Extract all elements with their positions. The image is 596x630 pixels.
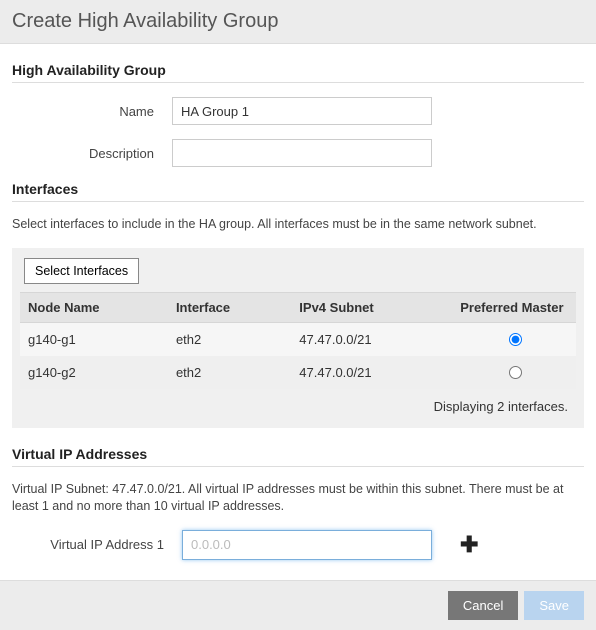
save-button[interactable]: Save: [524, 591, 584, 620]
description-label: Description: [12, 146, 172, 161]
dialog-title: Create High Availability Group: [12, 10, 278, 32]
vip-hint: Virtual IP Subnet: 47.47.0.0/21. All vir…: [12, 481, 584, 516]
interfaces-footer: Displaying 2 interfaces.: [20, 389, 576, 420]
col-header-interface: Interface: [168, 292, 291, 322]
cell-master: [452, 322, 576, 356]
cell-subnet: 47.47.0.0/21: [291, 356, 452, 389]
interfaces-hint: Select interfaces to include in the HA g…: [12, 216, 584, 234]
dialog-header: Create High Availability Group: [0, 0, 596, 44]
cell-master: [452, 356, 576, 389]
cell-interface: eth2: [168, 322, 291, 356]
section-title-ha: High Availability Group: [12, 62, 584, 83]
interfaces-table: Node Name Interface IPv4 Subnet Preferre…: [20, 292, 576, 389]
vip-address-input[interactable]: [182, 530, 432, 560]
cancel-button[interactable]: Cancel: [448, 591, 518, 620]
table-row: g140-g1 eth2 47.47.0.0/21: [20, 322, 576, 356]
add-vip-icon[interactable]: ✚: [460, 532, 478, 558]
select-interfaces-button[interactable]: Select Interfaces: [24, 258, 139, 284]
interfaces-table-wrap: Select Interfaces Node Name Interface IP…: [12, 248, 584, 428]
section-title-vip: Virtual IP Addresses: [12, 446, 584, 467]
dialog-footer: Cancel Save: [0, 580, 596, 630]
col-header-node: Node Name: [20, 292, 168, 322]
cell-interface: eth2: [168, 356, 291, 389]
description-input[interactable]: [172, 139, 432, 167]
name-label: Name: [12, 104, 172, 119]
section-title-interfaces: Interfaces: [12, 181, 584, 202]
name-input[interactable]: [172, 97, 432, 125]
vip-label: Virtual IP Address 1: [12, 537, 182, 552]
col-header-master: Preferred Master: [452, 292, 576, 322]
preferred-master-radio[interactable]: [509, 333, 522, 346]
vip-row: Virtual IP Address 1 ✚: [12, 530, 584, 560]
name-row: Name: [12, 97, 584, 125]
table-header-row: Node Name Interface IPv4 Subnet Preferre…: [20, 292, 576, 322]
cell-node: g140-g2: [20, 356, 168, 389]
cell-node: g140-g1: [20, 322, 168, 356]
description-row: Description: [12, 139, 584, 167]
col-header-subnet: IPv4 Subnet: [291, 292, 452, 322]
table-row: g140-g2 eth2 47.47.0.0/21: [20, 356, 576, 389]
cell-subnet: 47.47.0.0/21: [291, 322, 452, 356]
preferred-master-radio[interactable]: [509, 366, 522, 379]
dialog-body: High Availability Group Name Description…: [0, 44, 596, 580]
